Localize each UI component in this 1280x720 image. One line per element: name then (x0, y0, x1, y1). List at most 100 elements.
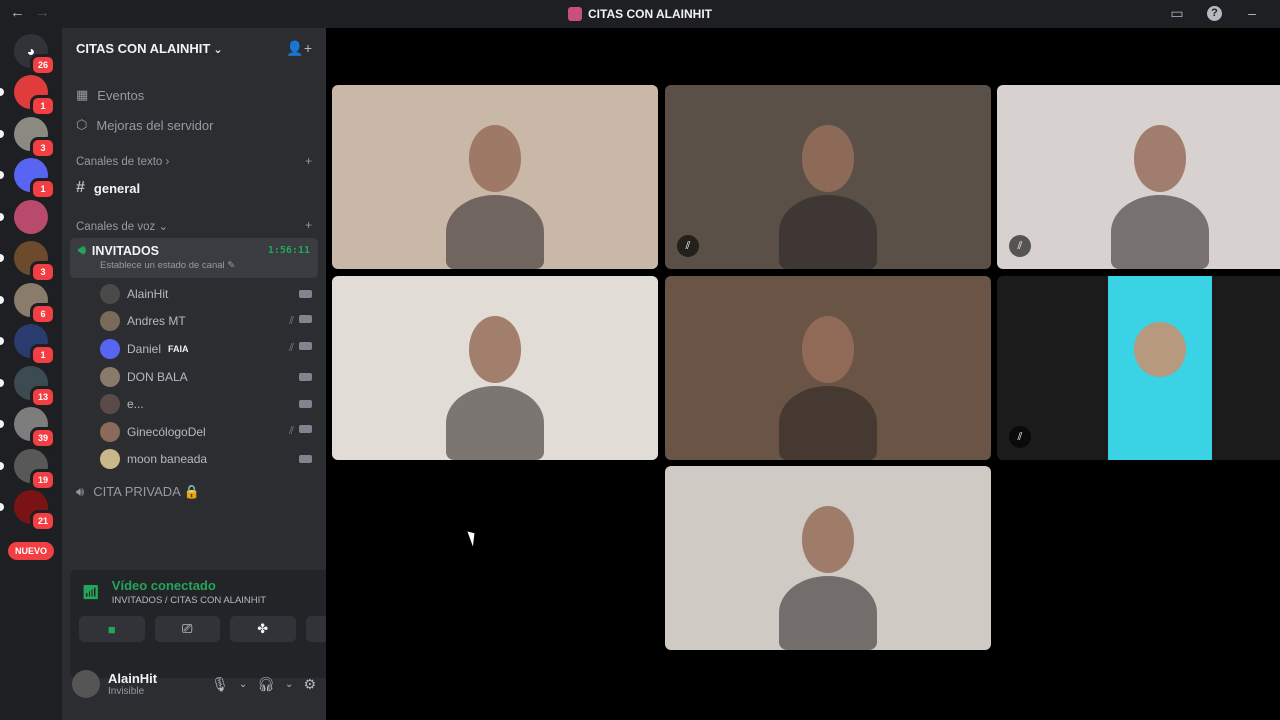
help-icon[interactable]: ? (1207, 5, 1222, 21)
video-tile[interactable] (665, 276, 991, 460)
pencil-icon[interactable]: ✎ (227, 260, 235, 271)
unread-badge: 3 (30, 261, 56, 283)
connection-signal-icon[interactable]: 📶︎ (82, 584, 100, 601)
video-camera-icon (299, 314, 312, 323)
camera-icon: ■ (107, 621, 116, 637)
user-avatar[interactable] (72, 670, 100, 698)
activities-button[interactable]: ✤ (230, 616, 296, 642)
inbox-icon[interactable]: ▭ (1169, 5, 1185, 21)
home-button[interactable]: ◕ 26 (14, 34, 56, 76)
voice-channel-name: INVITADOS (91, 243, 160, 258)
server-icon[interactable]: 13 (14, 365, 56, 408)
video-tile[interactable]: ⫽ (665, 85, 991, 269)
video-tile[interactable]: ⫽ (997, 85, 1280, 269)
camera-button[interactable]: ■ (79, 616, 145, 642)
muted-mic-icon: ⫽ (289, 425, 294, 438)
unread-badge: 19 (30, 468, 56, 491)
minimize-icon[interactable]: – (1244, 5, 1260, 21)
voice-member[interactable]: e... (100, 390, 312, 418)
chevron-down-icon[interactable]: ⌄ (285, 679, 293, 690)
screen-share-button[interactable]: ⎚ (154, 616, 220, 642)
private-channel-label: CITA PRIVADA 🔒 (93, 484, 200, 500)
channel-sidebar: CITAS CON ALAINHIT 👤+ ▦ Eventos ⬡ Mejora… (62, 28, 380, 720)
text-category-label: Canales de texto (76, 156, 163, 168)
unread-indicator (0, 212, 4, 221)
voice-channel-invitados[interactable]: 🔊︎ INVITADOS 1:56:11 Establece un estado… (70, 238, 318, 278)
voice-channel-cita-privada[interactable]: 🔊︎ CITA PRIVADA 🔒 (62, 477, 326, 507)
participant-face (1133, 125, 1187, 192)
events-label: Eventos (97, 87, 145, 103)
member-name: Andres MT (127, 314, 186, 329)
server-icon[interactable]: 21 (14, 490, 56, 532)
user-info[interactable]: AlainHit Invisible (108, 671, 157, 697)
voice-member[interactable]: GinecólogoDel ⫽ (100, 418, 312, 446)
channel-status-prompt[interactable]: Establece un estado de canal (100, 260, 225, 271)
participant-video (779, 386, 877, 460)
video-tile[interactable] (665, 466, 991, 650)
window-title: CITAS CON ALAINHIT (568, 7, 712, 21)
microphone-icon[interactable]: 🎙︎ (211, 676, 229, 693)
server-icon[interactable] (14, 199, 48, 234)
muted-mic-icon: ⫽ (289, 342, 294, 355)
member-name: GinecólogoDel (127, 424, 206, 439)
voice-channels-category[interactable]: Canales de voz ⌄ + (62, 214, 326, 238)
back-arrow-icon[interactable]: ← (10, 4, 25, 21)
chevron-down-icon[interactable]: ⌄ (239, 679, 247, 690)
voice-member[interactable]: DON BALA (100, 363, 312, 391)
avatar (100, 394, 120, 415)
unread-indicator (0, 461, 4, 470)
server-icon[interactable]: 6 (14, 282, 56, 325)
avatar (100, 311, 120, 332)
avatar (100, 421, 120, 442)
unread-indicator (0, 337, 4, 345)
voice-member[interactable]: AlainHit (100, 280, 312, 308)
connection-status[interactable]: Vídeo conectado (112, 578, 266, 593)
forward-arrow-icon[interactable]: → (35, 4, 50, 21)
voice-member[interactable]: Daniel FAIA ⫽ (100, 335, 312, 363)
participant-video (1111, 195, 1209, 269)
add-voice-channel-icon[interactable]: + (305, 220, 312, 232)
server-boosts-item[interactable]: ⬡ Mejoras del servidor (62, 110, 326, 140)
server-icon[interactable]: 39 (14, 407, 56, 449)
unread-badge: 21 (30, 510, 56, 532)
server-icon[interactable]: 1 (14, 324, 56, 366)
voice-member[interactable]: Andres MT ⫽ (100, 308, 312, 336)
unread-badge: 3 (30, 136, 56, 159)
member-name: e... (127, 397, 144, 412)
headphones-icon[interactable]: 🎧︎ (257, 676, 275, 693)
server-header[interactable]: CITAS CON ALAINHIT 👤+ (62, 28, 326, 68)
chevron-down-icon: ⌄ (158, 221, 169, 233)
text-channels-category[interactable]: Canales de texto › + (62, 150, 326, 174)
voice-member[interactable]: moon baneada (100, 446, 312, 474)
server-icon[interactable]: 3 (14, 116, 56, 159)
avatar (100, 449, 120, 470)
participant-face (1133, 322, 1187, 378)
unread-indicator (0, 171, 4, 179)
speaker-icon: 🔊︎ (78, 243, 86, 257)
voice-category-label: Canales de voz (76, 221, 156, 233)
events-item[interactable]: ▦ Eventos (62, 80, 326, 110)
unread-indicator (0, 129, 4, 138)
window-title-text: CITAS CON ALAINHIT (588, 7, 712, 21)
settings-gear-icon[interactable]: ⚙ (303, 676, 316, 693)
member-name: Daniel (127, 341, 162, 356)
participant-face (801, 506, 855, 573)
channel-general[interactable]: # general (70, 174, 318, 202)
participant-video (779, 576, 877, 650)
server-icon[interactable]: 3 (14, 241, 56, 283)
server-icon[interactable]: 1 (14, 75, 56, 117)
video-tile[interactable]: ⫽ (997, 276, 1280, 460)
add-channel-icon[interactable]: + (305, 156, 312, 168)
participant-face (801, 316, 855, 383)
unread-indicator (0, 420, 4, 428)
connection-location[interactable]: INVITADOS / CITAS CON ALAINHIT (112, 595, 266, 606)
speaker-icon: 🔊︎ (76, 484, 85, 500)
invite-people-icon[interactable]: 👤+ (286, 40, 312, 57)
video-tile[interactable] (332, 276, 658, 460)
server-icon (568, 7, 582, 21)
video-tile[interactable] (332, 85, 658, 269)
server-icon[interactable]: 19 (14, 448, 56, 491)
server-icon[interactable]: 1 (14, 158, 56, 200)
unread-badge: 39 (30, 427, 56, 449)
server-list: ◕ 26 1 3 1 3 6 1 13 39 19 21 NUEVO (0, 28, 62, 720)
